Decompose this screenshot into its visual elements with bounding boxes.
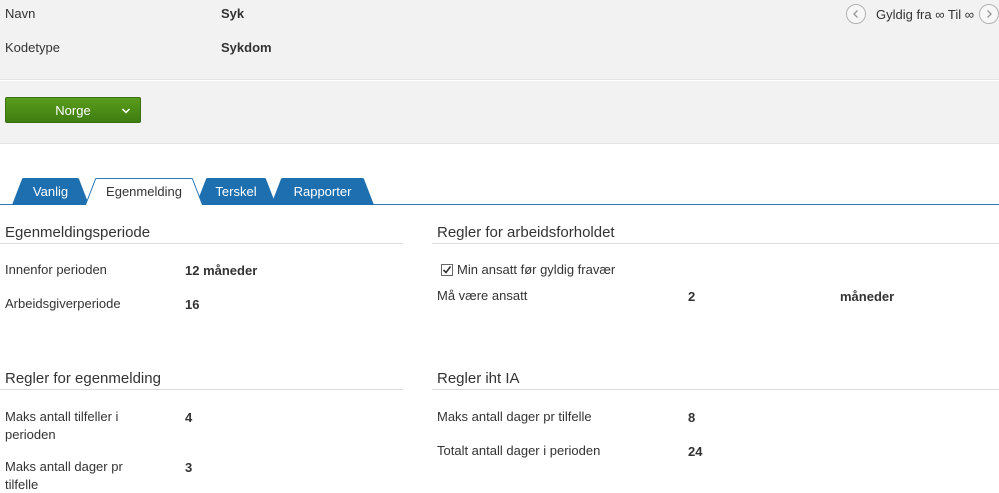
validity-navigator: Gyldig fra ∞ Til ∞ [845,3,999,25]
ia-maks-dager-label: Maks antall dager pr tilfelle [437,409,592,424]
tab-egenmelding[interactable]: Egenmelding [85,178,203,205]
chevron-left-icon[interactable] [845,4,866,24]
name-label: Navn [5,6,36,21]
code-type-value: Sykdom [221,40,272,55]
min-ansatt-checkbox-label: Min ansatt før gyldig fravær [457,262,616,277]
ia-maks-dager-value: 8 [688,410,696,425]
validity-text: Gyldig fra ∞ Til ∞ [875,6,974,22]
section-divider [432,389,999,390]
ia-totalt-dager-label: Totalt antall dager i perioden [437,443,601,458]
tab-rapporter-label: Rapporter [293,184,352,199]
country-dropdown-button[interactable]: Norge [5,97,141,123]
tab-vanlig[interactable]: Vanlig [12,178,89,205]
arbeidsgiverperiode-label: Arbeidsgiverperiode [5,296,121,311]
chevron-down-icon [121,108,131,114]
section-divider [0,243,403,244]
tab-bar: Vanlig Terskel Rapporter Egenmelding [0,178,999,205]
tab-egenmelding-label: Egenmelding [106,184,182,199]
name-value: Syk [221,6,245,21]
tab-terskel[interactable]: Terskel [196,178,276,205]
country-band: Norge [0,81,999,144]
maks-tilfeller-value: 4 [185,410,193,425]
section-divider [432,243,999,244]
header-panel: Navn Syk Kodetype Sykdom Gyldig fra ∞ Ti… [0,0,999,80]
section-title-egenmeldingsperiode: Egenmeldingsperiode [5,224,151,241]
section-title-egenmelding: Regler for egenmelding [5,370,161,387]
maks-dager-tilfelle-label: Maks antall dager pr tilfelle [5,459,123,492]
arbeidsgiverperiode-value: 16 [185,297,200,312]
tab-vanlig-label: Vanlig [32,184,69,199]
checkbox-checked-icon[interactable] [441,264,453,276]
ia-totalt-dager-value: 24 [688,444,703,459]
chevron-right-icon[interactable] [979,4,999,24]
maks-tilfeller-label: Maks antall tilfeller i perioden [5,409,119,442]
code-type-label: Kodetype [5,40,60,55]
tab-rapporter[interactable]: Rapporter [271,178,374,205]
country-dropdown-label: Norge [55,102,91,118]
section-divider [0,389,403,390]
section-title-ia: Regler iht IA [437,370,520,387]
innenfor-perioden-label: Innenfor perioden [5,262,107,277]
innenfor-perioden-value: 12 måneder [185,263,258,278]
section-title-arbeidsforholdet: Regler for arbeidsforholdet [437,224,615,241]
maa-vaere-ansatt-label: Må være ansatt [437,288,528,303]
maa-vaere-ansatt-unit: måneder [840,289,895,304]
tab-terskel-label: Terskel [215,184,257,199]
maks-dager-tilfelle-value: 3 [185,460,193,475]
maa-vaere-ansatt-value: 2 [688,289,696,304]
